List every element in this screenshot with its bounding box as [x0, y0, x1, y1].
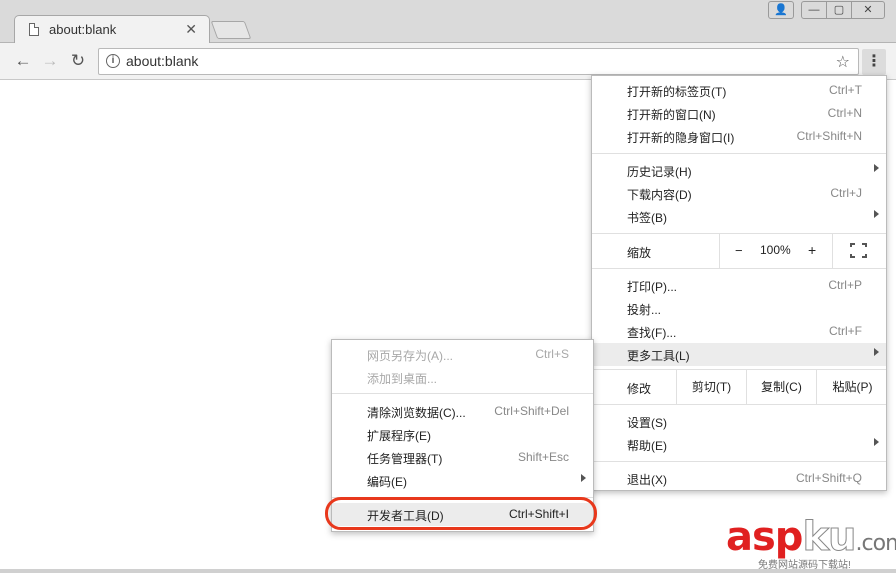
info-icon[interactable]: i: [106, 54, 120, 68]
menu-item-new-tab[interactable]: 打开新的标签页(T) Ctrl+T: [592, 79, 886, 102]
menu-item-label: 扩展程序(E): [367, 429, 431, 443]
menu-item-label: 任务管理器(T): [367, 452, 443, 466]
submenu-item-task-manager[interactable]: 任务管理器(T) Shift+Esc: [332, 446, 593, 469]
menu-item-label: 历史记录(H): [627, 165, 692, 179]
copy-button[interactable]: 复制(C): [746, 370, 816, 404]
menu-item-print[interactable]: 打印(P)... Ctrl+P: [592, 274, 886, 297]
new-tab-button[interactable]: [210, 21, 252, 39]
close-window-button[interactable]: ✕: [851, 1, 885, 19]
menu-item-downloads[interactable]: 下载内容(D) Ctrl+J: [592, 182, 886, 205]
more-menu-icon[interactable]: ⋮: [862, 49, 886, 75]
menu-item-label: 投射...: [627, 303, 662, 317]
menu-item-label: 书签(B): [627, 211, 667, 225]
menu-item-cast[interactable]: 投射...: [592, 297, 886, 320]
menu-item-label: 打开新的隐身窗口(I): [627, 131, 735, 145]
zoom-label: 缩放: [627, 246, 652, 260]
menu-divider: [592, 404, 886, 405]
edit-row: 修改 剪切(T) 复制(C) 粘贴(P): [592, 370, 886, 404]
zoom-row: 缩放 − 100% +: [592, 234, 886, 268]
submenu-item-extensions[interactable]: 扩展程序(E): [332, 423, 593, 446]
address-bar[interactable]: i about:blank ☆: [98, 48, 859, 75]
submenu-arrow-icon: [874, 210, 879, 218]
submenu-item-encoding[interactable]: 编码(E): [332, 469, 593, 492]
menu-item-exit[interactable]: 退出(X) Ctrl+Shift+Q: [592, 467, 886, 490]
menu-item-shortcut: Shift+Esc: [517, 450, 569, 464]
annotation-highlight-oval: [325, 497, 597, 530]
menu-item-more-tools[interactable]: 更多工具(L): [592, 343, 886, 366]
menu-item-new-window[interactable]: 打开新的窗口(N) Ctrl+N: [592, 102, 886, 125]
menu-item-incognito[interactable]: 打开新的隐身窗口(I) Ctrl+Shift+N: [592, 125, 886, 148]
bookmark-star-icon[interactable]: ☆: [836, 52, 850, 72]
menu-item-label: 打开新的标签页(T): [627, 85, 727, 99]
watermark-logo: aspku.com: [726, 514, 896, 561]
zoom-level: 100%: [760, 243, 791, 257]
main-menu: 打开新的标签页(T) Ctrl+T 打开新的窗口(N) Ctrl+N 打开新的隐…: [591, 75, 887, 491]
menu-item-label: 打开新的窗口(N): [627, 108, 716, 122]
menu-item-shortcut: Ctrl+Shift+N: [796, 129, 862, 143]
submenu-item-clear-data[interactable]: 清除浏览数据(C)... Ctrl+Shift+Del: [332, 400, 593, 423]
reload-icon[interactable]: ↻: [67, 50, 89, 72]
submenu-arrow-icon: [874, 438, 879, 446]
menu-item-label: 网页另存为(A)...: [367, 349, 453, 363]
menu-item-bookmarks[interactable]: 书签(B): [592, 205, 886, 228]
title-bar: about:blank ✕ 👤 — ▢ ✕: [0, 0, 896, 44]
submenu-arrow-icon: [874, 348, 879, 356]
submenu-item-save-page[interactable]: 网页另存为(A)... Ctrl+S: [332, 343, 593, 366]
menu-item-label: 下载内容(D): [627, 188, 692, 202]
menu-item-settings[interactable]: 设置(S): [592, 410, 886, 433]
back-arrow-icon[interactable]: ←: [12, 50, 34, 72]
menu-divider: [332, 393, 593, 394]
menu-item-help[interactable]: 帮助(E): [592, 433, 886, 456]
zoom-in-button[interactable]: +: [808, 242, 816, 258]
menu-item-find[interactable]: 查找(F)... Ctrl+F: [592, 320, 886, 343]
menu-divider: [592, 461, 886, 462]
forward-arrow-icon[interactable]: →: [39, 50, 61, 72]
minimize-button[interactable]: —: [801, 1, 827, 19]
menu-item-label: 退出(X): [627, 473, 667, 487]
page-icon: [29, 23, 39, 36]
menu-item-shortcut: Ctrl+N: [827, 106, 862, 120]
menu-item-label: 更多工具(L): [627, 349, 690, 363]
menu-item-shortcut: Ctrl+F: [829, 324, 862, 338]
paste-button[interactable]: 粘贴(P): [816, 370, 888, 404]
submenu-item-add-to-desktop[interactable]: 添加到桌面...: [332, 366, 593, 389]
menu-item-label: 查找(F)...: [627, 326, 677, 340]
window-bottom-border: [0, 569, 896, 573]
menu-item-shortcut: Ctrl+Shift+Q: [795, 471, 862, 485]
menu-item-shortcut: Ctrl+P: [828, 278, 862, 292]
tab-about-blank[interactable]: about:blank ✕: [14, 15, 210, 44]
menu-item-history[interactable]: 历史记录(H): [592, 159, 886, 182]
fullscreen-icon[interactable]: [850, 243, 867, 258]
menu-divider: [592, 153, 886, 154]
menu-item-label: 清除浏览数据(C)...: [367, 406, 466, 420]
menu-item-label: 设置(S): [627, 416, 667, 430]
menu-divider: [592, 268, 886, 269]
menu-item-label: 帮助(E): [627, 439, 667, 453]
edit-label: 修改: [627, 382, 652, 396]
user-icon[interactable]: 👤: [768, 1, 794, 19]
tab-title: about:blank: [49, 22, 117, 37]
submenu-arrow-icon: [874, 164, 879, 172]
menu-item-shortcut: Ctrl+S: [535, 347, 569, 361]
tab-close-icon[interactable]: ✕: [185, 21, 197, 38]
menu-item-shortcut: Ctrl+J: [830, 186, 862, 200]
url-text[interactable]: about:blank: [126, 53, 198, 69]
submenu-arrow-icon: [581, 474, 586, 482]
cut-button[interactable]: 剪切(T): [676, 370, 746, 404]
watermark-ku: ku: [802, 514, 857, 561]
watermark-asp: asp: [726, 514, 803, 560]
zoom-out-button[interactable]: −: [735, 243, 743, 258]
maximize-button[interactable]: ▢: [826, 1, 852, 19]
menu-item-label: 添加到桌面...: [367, 372, 438, 386]
menu-item-label: 打印(P)...: [627, 280, 677, 294]
watermark-com: .com: [855, 531, 896, 556]
menu-item-shortcut: Ctrl+T: [829, 83, 862, 97]
menu-item-label: 编码(E): [367, 475, 407, 489]
menu-item-shortcut: Ctrl+Shift+Del: [494, 404, 569, 418]
